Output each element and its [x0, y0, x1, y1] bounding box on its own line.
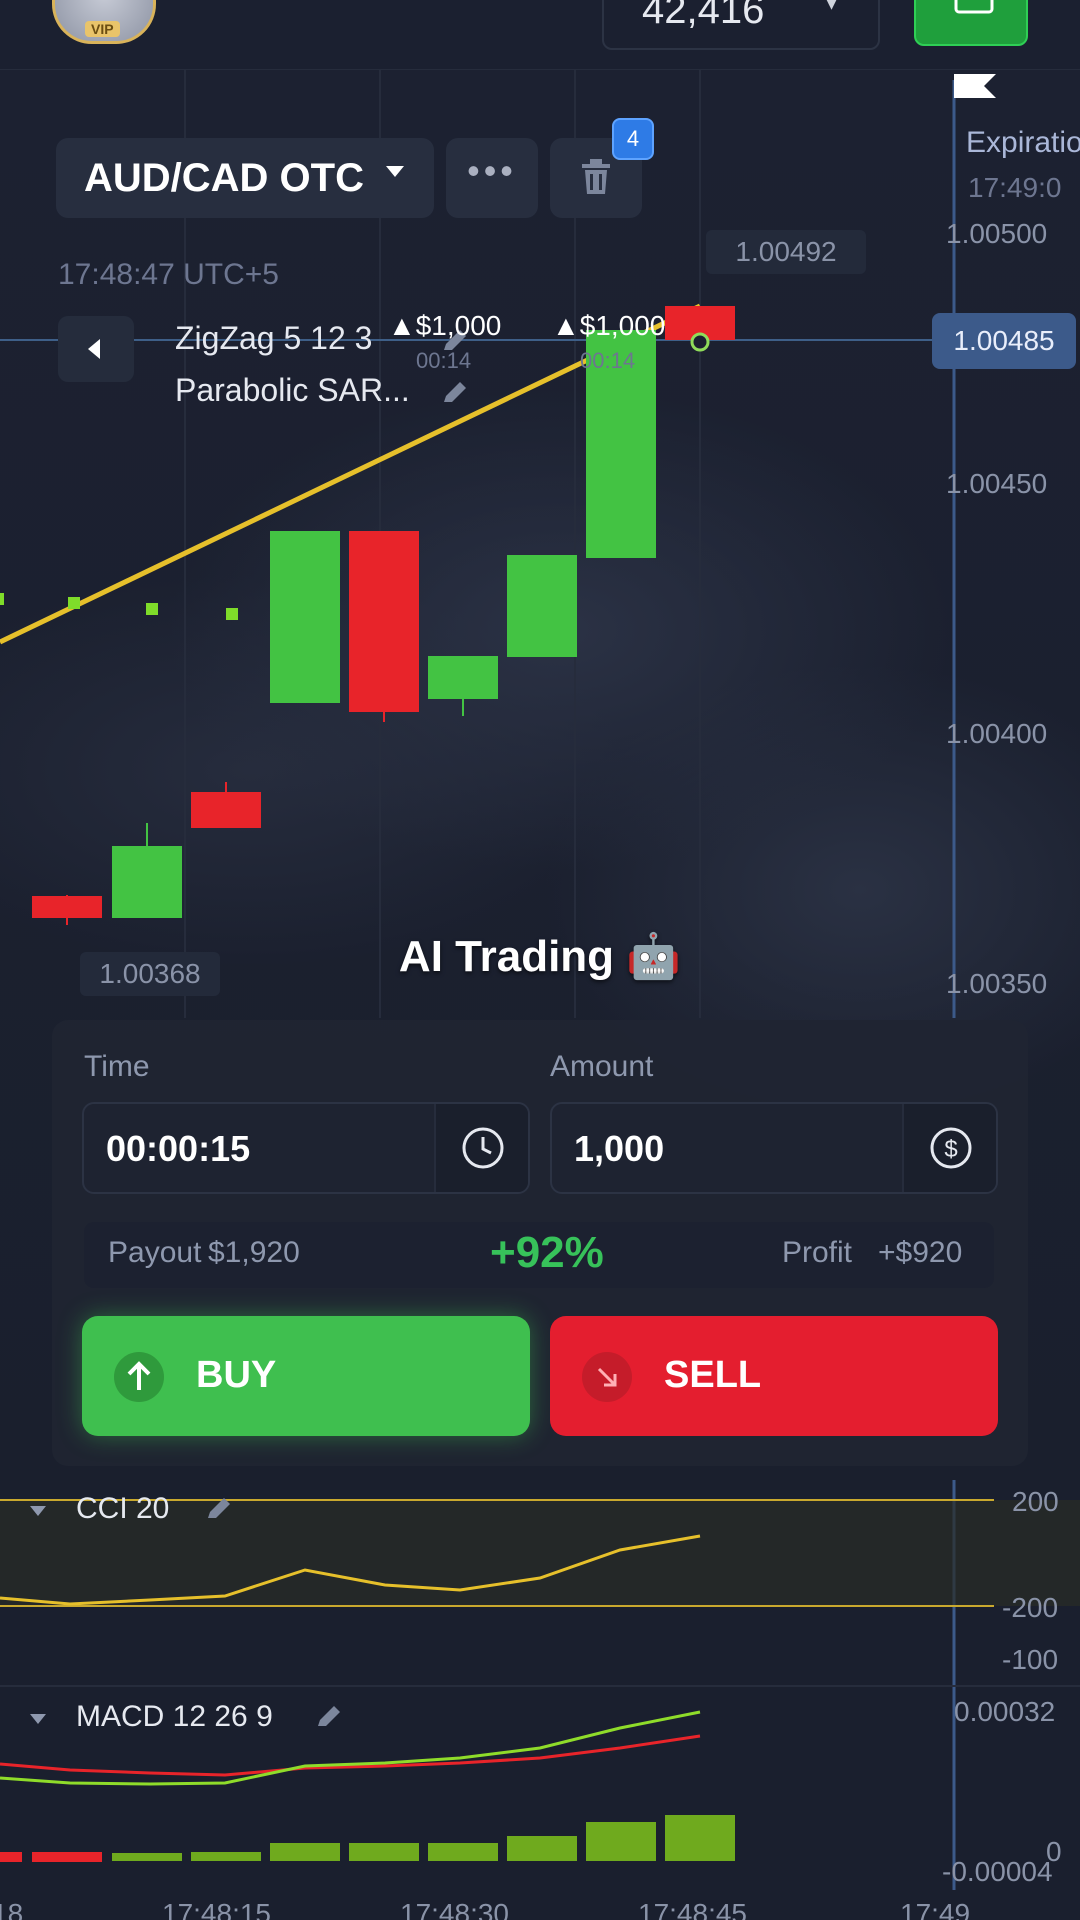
time-axis-label: 17:48:15 [162, 1898, 271, 1920]
payout-row: Payout $1,920 +92% Profit +$920 [84, 1222, 994, 1288]
cci-axis-label: -200 [1002, 1592, 1059, 1623]
time-field[interactable]: 00:00:15 [82, 1102, 530, 1194]
sar-dot [146, 603, 158, 615]
price-dot [690, 332, 710, 352]
more-options-button[interactable]: ••• [446, 138, 538, 218]
payout-percent: +92% [490, 1228, 604, 1277]
more-icon: ••• [467, 150, 517, 191]
trade-amount: $1,000 [579, 310, 666, 341]
trade-marker[interactable]: ▲$1,000 [552, 310, 665, 342]
dollar-icon: $ [930, 1127, 972, 1169]
candle [270, 531, 340, 703]
high-price-label: 1.00492 [706, 230, 866, 274]
macd-bar [586, 1822, 656, 1861]
macd-bar [349, 1843, 419, 1861]
time-axis-label: 18 [0, 1898, 24, 1920]
video-caption: AI Trading 🤖 [398, 932, 682, 981]
indicator-parabolic-sar[interactable]: Parabolic SAR... [175, 372, 410, 409]
current-price-tag: 1.00485 [932, 313, 1076, 369]
candle [349, 531, 419, 712]
arrow-up-icon [114, 1352, 164, 1402]
cci-axis-label: -100 [1002, 1644, 1059, 1675]
chevron-down-icon: ▾ [826, 0, 838, 15]
order-panel: Time Amount 00:00:15 1,000 $ Payout $1,9… [52, 1020, 1028, 1466]
buy-button[interactable]: BUY [82, 1316, 530, 1436]
expiration-time: 17:49:0 [968, 172, 1062, 203]
macd-bar [665, 1815, 735, 1861]
wallet-icon [954, 0, 994, 14]
cci-collapse-icon[interactable] [30, 1506, 46, 1516]
asset-name: AUD/CAD OTC [84, 156, 364, 200]
wallet-button[interactable] [914, 0, 1028, 46]
trade-marker[interactable]: ▲$1,000 [388, 310, 501, 342]
vip-badge[interactable]: VIP [52, 0, 156, 44]
price-axis-label: 1.00500 [946, 218, 1048, 249]
pencil-icon[interactable] [440, 378, 470, 408]
time-axis-label: 17:49 [900, 1898, 971, 1920]
macd-bar [0, 1852, 22, 1862]
sell-button[interactable]: SELL [550, 1316, 998, 1436]
price-axis-label: 1.00400 [946, 718, 1048, 749]
macd-bar [191, 1852, 261, 1861]
buy-label: BUY [196, 1354, 277, 1396]
sell-label: SELL [664, 1354, 762, 1396]
balance-value: 42,416 [642, 0, 765, 32]
svg-text:$: $ [944, 1136, 957, 1163]
arrow-left-icon [88, 339, 100, 359]
candle [191, 792, 261, 828]
cci-label[interactable]: CCI 20 [76, 1492, 169, 1526]
amount-field[interactable]: 1,000 $ [550, 1102, 998, 1194]
trade-timer: 00:14 [580, 348, 636, 373]
trade-amount: $1,000 [415, 310, 502, 341]
payout-value: $1,920 [208, 1236, 300, 1269]
candle [428, 656, 498, 699]
time-axis-label: 17:48:45 [638, 1898, 747, 1920]
payout-label: Payout [108, 1236, 202, 1269]
macd-bar [32, 1852, 102, 1862]
sar-dot [0, 593, 4, 605]
currency-button[interactable]: $ [902, 1104, 996, 1192]
top-bar: VIP 42,416 ▾ [0, 0, 1080, 70]
time-picker-button[interactable] [434, 1104, 528, 1192]
macd-bar [507, 1836, 577, 1861]
price-axis-label: 1.00450 [946, 468, 1048, 499]
indicator-zigzag[interactable]: ZigZag 5 12 3 [175, 320, 372, 357]
caret-down-icon [386, 166, 404, 177]
macd-signal-line [0, 1734, 701, 1777]
profit-label: Profit [782, 1236, 853, 1269]
time-label: Time [84, 1050, 150, 1083]
macd-axis-label: 0.00032 [954, 1696, 1056, 1727]
open-trades-badge: 4 [612, 118, 654, 160]
amount-value: 1,000 [574, 1128, 665, 1169]
cci-axis-label: 200 [1012, 1486, 1059, 1517]
expiration-label: Expiratio [966, 126, 1080, 159]
macd-bar [112, 1853, 182, 1861]
time-value: 00:00:15 [106, 1128, 251, 1169]
macd-bar [270, 1843, 340, 1861]
balance-selector[interactable]: 42,416 ▾ [602, 0, 880, 50]
candle [112, 846, 182, 918]
macd-collapse-icon[interactable] [30, 1714, 46, 1724]
vip-label: VIP [85, 21, 120, 37]
collapse-indicators-button[interactable] [58, 316, 134, 382]
amount-label: Amount [550, 1050, 654, 1083]
sar-dot [68, 597, 80, 609]
candle [32, 896, 102, 918]
trade-timer: 00:14 [416, 348, 472, 373]
expiration-flag-icon [954, 74, 996, 98]
pencil-icon[interactable] [314, 1702, 344, 1732]
clock-icon [462, 1127, 504, 1169]
asset-selector[interactable]: AUD/CAD OTC [56, 138, 434, 218]
time-axis-label: 17:48:30 [400, 1898, 509, 1920]
pencil-icon[interactable] [204, 1494, 234, 1524]
sar-dot [226, 608, 238, 620]
macd-bar [428, 1843, 498, 1861]
profit-value: +$920 [878, 1236, 963, 1269]
candle [507, 555, 577, 657]
macd-axis-label: -0.00004 [942, 1856, 1053, 1887]
server-time: 17:48:47 UTC+5 [58, 258, 279, 291]
macd-label[interactable]: MACD 12 26 9 [76, 1700, 273, 1734]
arrow-down-right-icon [582, 1352, 632, 1402]
